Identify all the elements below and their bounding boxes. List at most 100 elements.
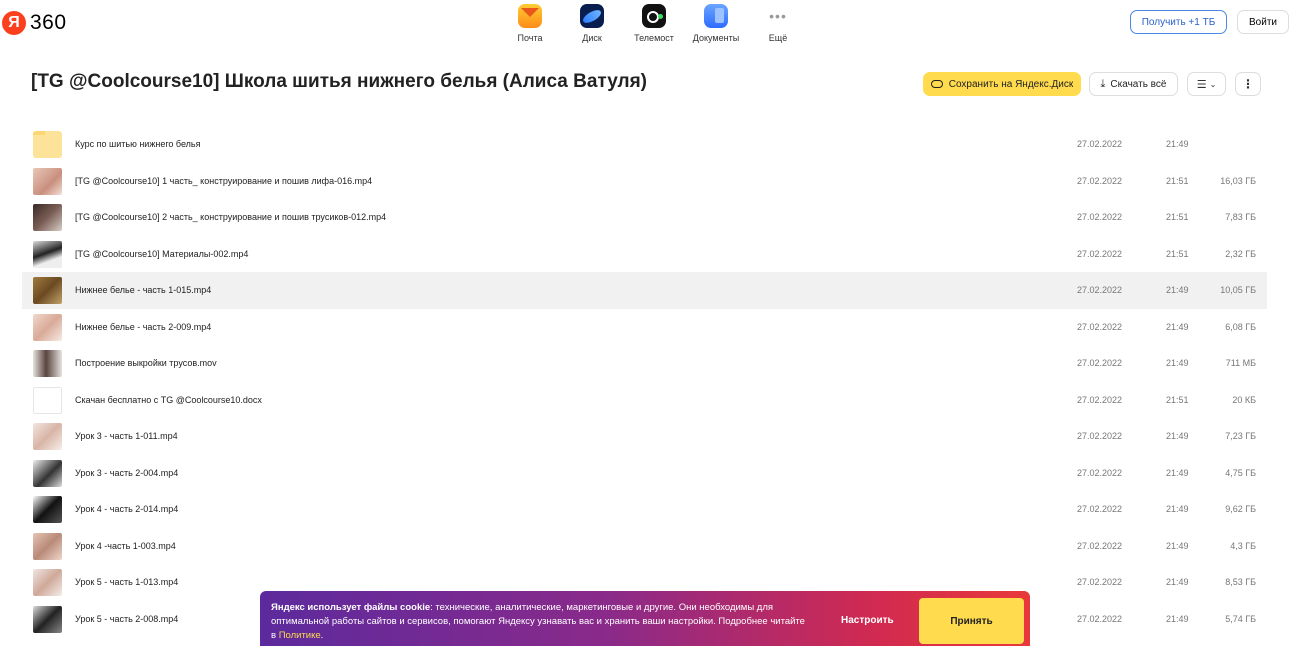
file-row[interactable]: Урок 3 - часть 2-004.mp4 27.02.2022 21:49 4…	[22, 455, 1267, 492]
file-row[interactable]: Нижнее белье - часть 2-009.mp4 27.02.2022…	[22, 309, 1267, 346]
file-time: 21:49	[1166, 504, 1189, 515]
cookie-settings-button[interactable]: Настроить	[841, 615, 894, 626]
file-time: 21:51	[1166, 175, 1189, 186]
video-thumbnail	[33, 313, 62, 341]
file-name: Скачан бесплатно с TG @Coolcourse10.docx	[75, 394, 262, 405]
file-row[interactable]: Курс по шитью нижнего белья 27.02.2022 21:…	[22, 126, 1267, 163]
file-list: Курс по шитью нижнего белья 27.02.2022 21:…	[22, 126, 1267, 637]
video-thumbnail	[33, 277, 62, 304]
mail-icon	[518, 4, 542, 28]
documents-icon	[704, 4, 728, 28]
telemost-icon	[642, 4, 666, 28]
file-name: Урок 4 - часть 2-014.mp4	[75, 504, 179, 515]
save-to-disk-button[interactable]: Сохранить на Яндекс.Диск	[923, 72, 1081, 96]
file-size: 8,53 ГБ	[1225, 577, 1256, 588]
yandex-logo-icon: Я	[2, 11, 26, 35]
file-name: Нижнее белье - часть 1-015.mp4	[75, 285, 212, 296]
apps-bar: Почта Диск Телемост Документы ••• Ещё	[499, 4, 809, 43]
list-view-icon: ☰	[1196, 78, 1207, 91]
app-disk[interactable]: Диск	[561, 4, 623, 43]
cookie-text-bold: Яндекс использует файлы cookie	[271, 602, 431, 613]
file-date: 27.02.2022	[1077, 431, 1123, 442]
save-to-disk-label: Сохранить на Яндекс.Диск	[948, 78, 1074, 90]
file-name: Урок 3 - часть 2-004.mp4	[75, 467, 179, 478]
file-time: 21:49	[1166, 467, 1189, 478]
file-row[interactable]: [TG @Coolcourse10] 1 часть_ конструирова…	[22, 163, 1267, 200]
login-button[interactable]: Войти	[1237, 10, 1289, 34]
file-name: [TG @Coolcourse10] 1 часть_ конструирова…	[75, 175, 373, 186]
file-date: 27.02.2022	[1077, 577, 1123, 588]
kebab-menu-icon: ⋮	[1242, 77, 1254, 91]
file-date: 27.02.2022	[1077, 467, 1123, 478]
file-name: Урок 3 - часть 1-011.mp4	[75, 431, 178, 442]
cookie-accept-button[interactable]: Принять	[919, 598, 1024, 644]
file-size: 16,03 ГБ	[1220, 175, 1256, 186]
yandex-360-logo[interactable]: Я 360	[2, 10, 67, 36]
file-date: 27.02.2022	[1077, 321, 1123, 332]
file-time: 21:49	[1166, 577, 1189, 588]
app-documents[interactable]: Документы	[685, 4, 747, 43]
app-mail-label: Почта	[517, 33, 543, 43]
file-time: 21:51	[1166, 248, 1189, 259]
file-size: 7,23 ГБ	[1225, 431, 1256, 442]
cookie-text: Яндекс использует файлы cookie: техничес…	[271, 601, 811, 643]
video-thumbnail	[33, 532, 62, 560]
file-row[interactable]: [TG @Coolcourse10] Материалы-002.mp4 27.0…	[22, 236, 1267, 273]
app-disk-label: Диск	[582, 33, 602, 43]
file-row[interactable]: Нижнее белье - часть 1-015.mp4 27.02.2022…	[22, 272, 1267, 309]
file-row[interactable]: Урок 4 - часть 2-014.mp4 27.02.2022 21:49 9…	[22, 491, 1267, 528]
file-name: Курс по шитью нижнего белья	[75, 139, 201, 150]
file-date: 27.02.2022	[1077, 358, 1123, 369]
video-thumbnail	[33, 496, 62, 523]
file-size: 2,32 ГБ	[1225, 248, 1256, 259]
file-name: Построение выкройки трусов.mov	[75, 358, 217, 369]
app-telemost[interactable]: Телемост	[623, 4, 685, 43]
file-row[interactable]: Урок 4 -часть 1-003.mp4 27.02.2022 21:49 4,…	[22, 528, 1267, 565]
video-thumbnail	[33, 423, 62, 450]
file-name: [TG @Coolcourse10] 2 часть_ конструирова…	[75, 212, 387, 223]
get-1tb-button[interactable]: Получить +1 ТБ	[1130, 10, 1227, 34]
disk-icon	[580, 4, 604, 28]
app-documents-label: Документы	[692, 33, 740, 43]
file-size: 4,75 ГБ	[1225, 467, 1256, 478]
more-actions-button[interactable]: ⋮	[1235, 72, 1261, 96]
file-row[interactable]: Скачан бесплатно с TG @Coolcourse10.docx…	[22, 382, 1267, 419]
file-time: 21:49	[1166, 431, 1189, 442]
download-icon: ⤓	[1100, 77, 1106, 90]
file-time: 21:49	[1166, 285, 1189, 296]
more-apps-icon: •••	[769, 8, 787, 24]
file-date: 27.02.2022	[1077, 285, 1123, 296]
file-row[interactable]: Построение выкройки трусов.mov 27.02.2022…	[22, 345, 1267, 382]
video-thumbnail	[33, 350, 62, 377]
cookie-policy-link[interactable]: Политике	[279, 630, 321, 641]
chevron-down-icon: ⌄	[1209, 79, 1217, 89]
file-size: 6,08 ГБ	[1225, 321, 1256, 332]
file-name: Урок 5 - часть 1-013.mp4	[75, 577, 179, 588]
file-size: 9,62 ГБ	[1225, 504, 1256, 515]
file-time: 21:49	[1166, 321, 1189, 332]
app-telemost-label: Телемост	[634, 33, 674, 43]
file-row[interactable]: Урок 3 - часть 1-011.mp4 27.02.2022 21:49 7…	[22, 418, 1267, 455]
file-date: 27.02.2022	[1077, 212, 1123, 223]
app-mail[interactable]: Почта	[499, 4, 561, 43]
view-mode-button[interactable]: ☰ ⌄	[1187, 72, 1226, 96]
file-date: 27.02.2022	[1077, 394, 1123, 405]
video-thumbnail	[33, 240, 62, 268]
file-date: 27.02.2022	[1077, 248, 1123, 259]
file-size: 5,74 ГБ	[1225, 613, 1256, 624]
file-date: 27.02.2022	[1077, 613, 1123, 624]
video-thumbnail	[33, 459, 62, 487]
document-thumbnail	[33, 386, 62, 414]
file-name: [TG @Coolcourse10] Материалы-002.mp4	[75, 248, 249, 259]
folder-icon	[33, 131, 62, 158]
file-row[interactable]: [TG @Coolcourse10] 2 часть_ конструирова…	[22, 199, 1267, 236]
cookie-banner: Яндекс использует файлы cookie: техничес…	[260, 591, 1030, 646]
file-time: 21:49	[1166, 540, 1189, 551]
file-name: Нижнее белье - часть 2-009.mp4	[75, 321, 212, 332]
file-time: 21:51	[1166, 394, 1189, 405]
download-all-button[interactable]: ⤓ Скачать всё	[1089, 72, 1178, 96]
file-size: 711 МБ	[1225, 358, 1256, 369]
app-more[interactable]: ••• Ещё	[747, 4, 809, 43]
video-thumbnail	[33, 167, 62, 195]
file-size: 4,3 ГБ	[1230, 540, 1256, 551]
